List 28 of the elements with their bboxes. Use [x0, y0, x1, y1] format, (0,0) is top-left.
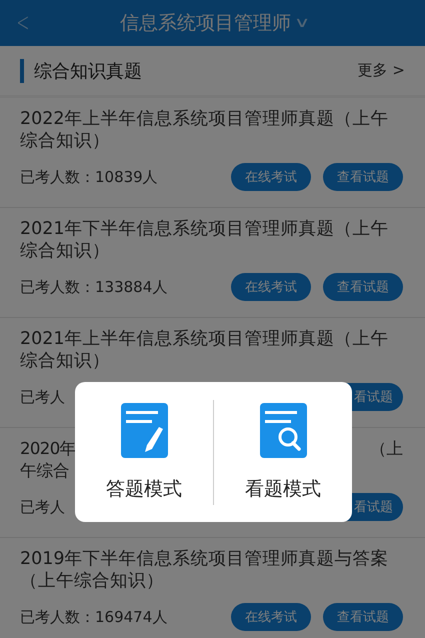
caret-icon[interactable]: ∨ [294, 15, 310, 31]
exam-title[interactable]: 2020年 [20, 438, 76, 460]
exam-title[interactable]: 2021年下半年信息系统项目管理师真题（上午综合知识） [20, 218, 403, 262]
exam-title[interactable]: 2019年下半年信息系统项目管理师真题与答案（上午综合知识） [20, 548, 403, 592]
taken-count: 已考人数：10839人 [20, 168, 159, 186]
page-title[interactable]: 信息系统项目管理师 [120, 10, 291, 36]
exam-title[interactable]: 2021年上半年信息系统项目管理师真题（上午综合知识） [20, 328, 403, 372]
section-title: 综合知识真题 [34, 60, 143, 82]
accent-bar [20, 58, 24, 82]
back-button[interactable]: < [16, 8, 30, 38]
taken-count: 已考人数：169474人 [20, 608, 168, 626]
view-questions-button[interactable]: 查看试题 [323, 163, 403, 191]
more-link[interactable]: 更多 > [358, 61, 405, 80]
exam-title[interactable]: 2022年上半年信息系统项目管理师真题（上午综合知识） [20, 108, 403, 152]
taken-count: 已考人 [20, 388, 66, 406]
view-questions-button[interactable]: 查看试题 [323, 603, 403, 631]
taken-count: 已考人 [20, 498, 66, 516]
taken-count: 已考人数：133884人 [20, 278, 168, 296]
exam-title[interactable]: 午综合 [20, 460, 70, 482]
exam-title[interactable]: （上 [370, 438, 403, 460]
online-exam-button[interactable]: 在线考试 [231, 163, 311, 191]
online-exam-button[interactable]: 在线考试 [231, 603, 311, 631]
mode-option[interactable]: 看题模式 [245, 476, 321, 502]
view-questions-button[interactable]: 查看试题 [323, 273, 403, 301]
mode-option[interactable]: 答题模式 [106, 476, 182, 502]
pencil-note-icon [120, 402, 168, 458]
online-exam-button[interactable]: 在线考试 [231, 273, 311, 301]
search-note-icon [260, 402, 306, 458]
